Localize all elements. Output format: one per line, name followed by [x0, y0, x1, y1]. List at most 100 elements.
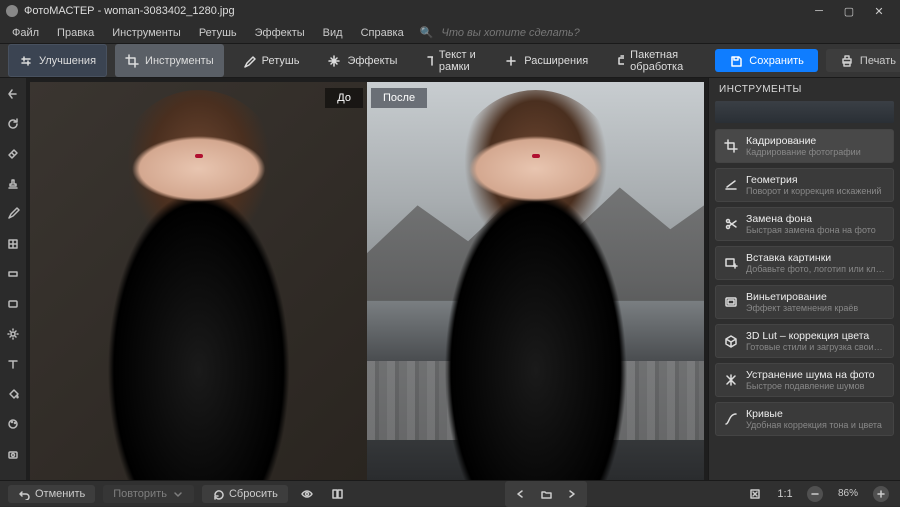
menu-effects[interactable]: Эффекты [247, 25, 313, 41]
cube-icon [724, 334, 738, 348]
zoom-in-button[interactable] [870, 483, 892, 505]
redo-button[interactable]: Повторить [103, 485, 194, 503]
tool-vignette[interactable]: ВиньетированиеЭффект затемнения краёв [715, 285, 894, 319]
menu-retouch[interactable]: Ретушь [191, 25, 245, 41]
menu-help[interactable]: Справка [353, 25, 412, 41]
arrow-left-icon [6, 87, 20, 101]
tab-extensions[interactable]: Расширения [494, 44, 598, 77]
reset-icon [212, 488, 224, 500]
app-logo [6, 5, 18, 17]
zoom-out-button[interactable] [804, 483, 826, 505]
tool-background-replace[interactable]: Замена фонаБыстрая замена фона на фото [715, 207, 894, 241]
plus-icon [504, 54, 518, 68]
heal-tool[interactable] [3, 144, 23, 164]
search-icon: 🔍 [420, 26, 434, 39]
menubar: Файл Правка Инструменты Ретушь Эффекты В… [0, 22, 900, 44]
undo-icon [18, 488, 30, 500]
tool-curves[interactable]: КривыеУдобная коррекция тона и цвета [715, 402, 894, 436]
scissors-icon [724, 217, 738, 231]
fit-icon [749, 488, 761, 500]
tab-effects[interactable]: Эффекты [317, 44, 407, 77]
sun-icon [6, 327, 20, 341]
chevron-right-icon [566, 488, 578, 500]
menu-tools[interactable]: Инструменты [104, 25, 189, 41]
brush-icon [242, 54, 256, 68]
color-tool[interactable] [3, 414, 23, 434]
zoom-percent: 86% [834, 488, 862, 499]
crop-icon [724, 139, 738, 153]
tab-batch[interactable]: Пакетная обработка [606, 44, 699, 77]
before-pane[interactable]: До [30, 82, 367, 480]
tool-3dlut[interactable]: 3D Lut – коррекция цветаГотовые стили и … [715, 324, 894, 358]
after-label: После [371, 88, 427, 108]
fill-tool[interactable] [3, 384, 23, 404]
close-button[interactable]: ✕ [864, 0, 894, 22]
tab-toolbar: Улучшения Инструменты Ретушь Эффекты Тек… [0, 44, 900, 78]
text-icon [425, 54, 432, 68]
tool-crop[interactable]: КадрированиеКадрирование фотографии [715, 129, 894, 163]
palette-icon [6, 417, 20, 431]
gradient-icon [6, 267, 20, 281]
search-hint[interactable]: Что вы хотите сделать? [435, 25, 585, 41]
image-plus-icon [724, 256, 738, 270]
tool-insert-image[interactable]: Вставка картинкиДобавьте фото, логотип и… [715, 246, 894, 280]
fit-screen-button[interactable] [744, 483, 766, 505]
geometry-icon [724, 178, 738, 192]
tool-geometry[interactable]: ГеометрияПоворот и коррекция искажений [715, 168, 894, 202]
tab-tools[interactable]: Инструменты [115, 44, 224, 77]
exposure-tool[interactable] [3, 324, 23, 344]
bandage-icon [6, 147, 20, 161]
vignette-tool[interactable] [3, 294, 23, 314]
rotate-tool[interactable] [3, 114, 23, 134]
vignette-icon [6, 297, 20, 311]
print-button[interactable]: Печать [826, 49, 900, 72]
back-button[interactable] [3, 84, 23, 104]
chevron-down-icon [172, 488, 184, 500]
split-icon [331, 488, 343, 500]
menu-view[interactable]: Вид [315, 25, 351, 41]
stamp-tool[interactable] [3, 174, 23, 194]
next-image-button[interactable] [561, 483, 583, 505]
folder-icon [540, 488, 552, 500]
brush-tool[interactable] [3, 204, 23, 224]
menu-edit[interactable]: Правка [49, 25, 102, 41]
before-label: До [325, 88, 363, 108]
minimize-button[interactable]: ─ [804, 0, 834, 22]
rotate-icon [6, 117, 20, 131]
sliders-icon [19, 54, 33, 68]
grid-tool[interactable] [3, 234, 23, 254]
panel-banner [715, 101, 894, 123]
chevron-left-icon [514, 488, 526, 500]
vignette-rect-icon [724, 295, 738, 309]
gradient-tool[interactable] [3, 264, 23, 284]
print-icon [840, 54, 854, 68]
type-icon [6, 357, 20, 371]
tab-improvements[interactable]: Улучшения [8, 44, 107, 77]
tool-denoise[interactable]: Устранение шума на фотоБыстрое подавлени… [715, 363, 894, 397]
vertical-toolbar [0, 78, 26, 480]
tab-retouch[interactable]: Ретушь [232, 44, 310, 77]
reset-button[interactable]: Сбросить [202, 485, 288, 503]
text-tool[interactable] [3, 354, 23, 374]
curves-icon [724, 412, 738, 426]
stack-icon [616, 54, 624, 68]
after-pane[interactable]: После [367, 82, 704, 480]
bucket-icon [6, 387, 20, 401]
preview-toggle[interactable] [296, 483, 318, 505]
right-panel-title: ИНСТРУМЕНТЫ [709, 78, 900, 99]
undo-button[interactable]: Отменить [8, 485, 95, 503]
save-button[interactable]: Сохранить [715, 49, 818, 72]
menu-file[interactable]: Файл [4, 25, 47, 41]
minus-icon [809, 488, 821, 500]
brush-small-icon [6, 207, 20, 221]
camera-tool[interactable] [3, 444, 23, 464]
prev-image-button[interactable] [509, 483, 531, 505]
open-folder-button[interactable] [535, 483, 557, 505]
tab-text-frames[interactable]: Текст и рамки [415, 44, 486, 77]
crop-icon [125, 54, 139, 68]
camera-icon [6, 447, 20, 461]
maximize-button[interactable]: ▢ [834, 0, 864, 22]
compare-toggle[interactable] [326, 483, 348, 505]
zoom-actual-button[interactable]: 1:1 [774, 483, 796, 505]
tool-list: КадрированиеКадрирование фотографии Геом… [709, 129, 900, 436]
